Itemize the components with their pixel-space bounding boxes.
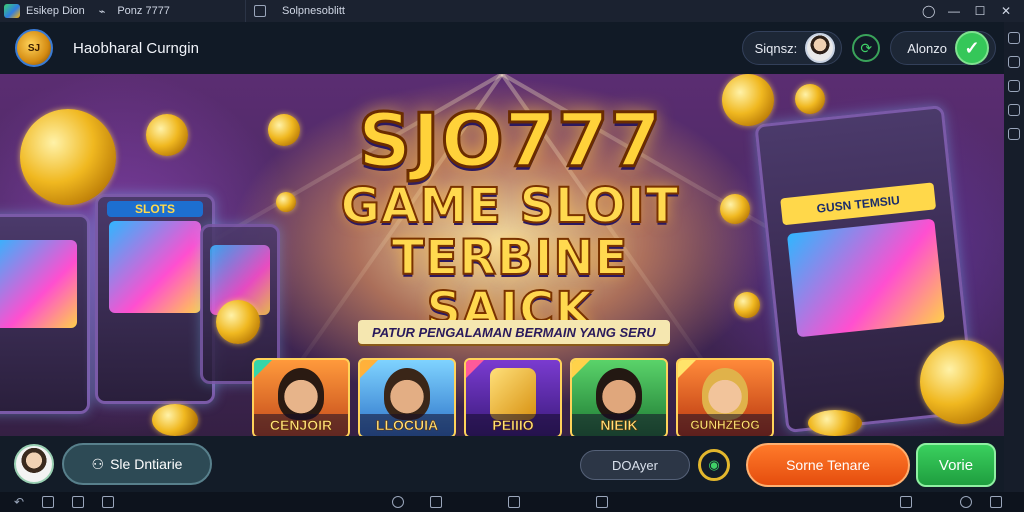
wallet-icon[interactable]: ◉ (698, 449, 730, 481)
game-card[interactable]: NIEIK (570, 358, 668, 436)
coin-icon (808, 410, 862, 436)
promo-banner[interactable]: SLOTS GUSN TEMSIU SJO777 GAME SLOIT TERB… (0, 74, 1004, 436)
game-card[interactable]: CENJOIR (252, 358, 350, 436)
page-title: Haobharal Curngin (73, 39, 199, 57)
tagline: PATUR PENGALAMAN BERMAIN YANG SERU (358, 320, 670, 344)
coin-icon (795, 84, 825, 114)
tab-2[interactable]: Solpnesoblitt (245, 0, 353, 22)
app-logo[interactable]: SJ (15, 29, 53, 67)
card-corner-badge (572, 360, 590, 378)
keyboard-icon[interactable] (392, 496, 404, 508)
account-label: Alonzo (907, 40, 947, 56)
avatar (805, 33, 836, 63)
minimize-icon[interactable]: — (948, 5, 960, 17)
game-card-row: CENJOIR LLOCUIA PEIIIO NIEIK GUNHZEOG (252, 358, 774, 436)
character-portrait (384, 368, 430, 420)
fullscreen-icon[interactable] (990, 496, 1002, 508)
slot-screen (109, 221, 201, 314)
primary-action-button[interactable]: Sorne Tenare (746, 443, 910, 487)
card-corner-badge (678, 360, 696, 378)
gear-icon[interactable] (960, 496, 972, 508)
slot-screen (787, 218, 945, 338)
tab-box-icon (254, 5, 266, 17)
right-sidebar (1004, 22, 1024, 492)
confirm-check-icon[interactable]: ✓ (955, 31, 989, 65)
home-icon[interactable] (42, 496, 54, 508)
sidebar-rotate-icon[interactable] (1008, 56, 1020, 68)
game-card[interactable]: PEIIIO (464, 358, 562, 436)
refresh-icon[interactable]: ⟳ (852, 34, 881, 62)
coin-icon (146, 114, 188, 156)
volume-icon[interactable] (508, 496, 520, 508)
game-card[interactable]: GUNHZEOG (676, 358, 774, 436)
coin-icon (720, 194, 750, 224)
tab-arrow-icon: ⌁ (98, 5, 106, 18)
system-taskbar: ↶ (0, 492, 1024, 512)
sidebar-screenshot-icon[interactable] (1008, 80, 1020, 92)
sign-in-pill[interactable]: Siqnsz: (741, 31, 843, 65)
slot-machine-left: SLOTS (95, 194, 215, 404)
location-icon[interactable] (430, 496, 442, 508)
card-label: LLOCUIA (360, 414, 454, 436)
bottom-action-bar: ⚇ Sle Dntiarie DOAyer ◉ Sorne Tenare Vor… (0, 436, 1004, 492)
tab-title-1[interactable]: Ponz 7777 (117, 5, 170, 17)
coin-icon (734, 292, 760, 318)
online-button[interactable]: ⚇ Sle Dntiarie (62, 443, 212, 485)
tab-title-2: Solpnesoblitt (282, 5, 345, 17)
headline-line-1: GAME SLOIT (340, 178, 680, 234)
sidebar-file-icon[interactable] (1008, 128, 1020, 140)
app-header: SJ Haobharal Curngin Siqnsz: ⟳ Alonzo ✓ (0, 22, 1004, 74)
coin-icon (920, 340, 1004, 424)
app-window: Esikep Dion ⌁ Ponz 7777 Solpnesoblitt ◯ … (0, 0, 1024, 512)
coin-icon (268, 114, 300, 146)
vote-button[interactable]: Vorie (916, 443, 996, 487)
card-corner-badge (466, 360, 484, 378)
card-corner-badge (254, 360, 272, 378)
coin-icon (152, 404, 198, 436)
coin-icon (276, 192, 296, 212)
files-icon[interactable] (596, 496, 608, 508)
slot-screen (0, 240, 77, 328)
character-portrait (278, 368, 324, 420)
app-name: Esikep Dion (26, 5, 85, 17)
card-label: GUNHZEOG (678, 414, 772, 436)
brand-name: SJO777 (356, 98, 663, 184)
character-portrait (596, 368, 642, 420)
player-field[interactable]: DOAyer (580, 450, 690, 480)
header-actions: Siqnsz: ⟳ Alonzo ✓ (741, 31, 1004, 65)
app-logo-icon (4, 4, 20, 18)
screenshot-icon[interactable] (102, 496, 114, 508)
title-left: Esikep Dion ⌁ Ponz 7777 (0, 4, 245, 18)
game-card[interactable]: LLOCUIA (358, 358, 456, 436)
account-pill[interactable]: Alonzo ✓ (890, 31, 996, 65)
notification-icon[interactable]: ◯ (922, 5, 935, 17)
coin-icon (722, 74, 774, 126)
maximize-icon[interactable]: ☐ (974, 5, 986, 17)
slot-machine-label: GUSN TEMSIU (779, 182, 937, 226)
character-portrait (702, 368, 748, 420)
user-avatar[interactable] (14, 444, 54, 484)
card-corner-badge (360, 360, 378, 378)
coin-icon (216, 300, 260, 344)
sign-label: Siqnsz: (754, 40, 798, 56)
slot-machine-left-far (0, 214, 90, 414)
brand-headline: SJO777 GAME SLOIT TERBINE SAICK (310, 98, 710, 338)
card-label: PEIIIO (466, 414, 560, 436)
coin-icon (20, 109, 116, 205)
window-controls: ◯ — ☐ ✕ (922, 5, 1024, 17)
card-label: CENJOIR (254, 414, 348, 436)
title-bar: Esikep Dion ⌁ Ponz 7777 Solpnesoblitt ◯ … (0, 0, 1024, 22)
logo-text: SJ (27, 42, 41, 54)
person-icon: ⚇ (91, 455, 105, 472)
slot-machine-label: SLOTS (107, 201, 203, 218)
close-icon[interactable]: ✕ (1000, 5, 1012, 17)
settings-icon[interactable] (900, 496, 912, 508)
treasure-icon (490, 368, 536, 420)
recents-icon[interactable] (72, 496, 84, 508)
card-label: NIEIK (572, 414, 666, 436)
sidebar-menu-icon[interactable] (1008, 32, 1020, 44)
back-icon[interactable]: ↶ (14, 496, 26, 508)
online-button-label: Sle Dntiarie (110, 456, 183, 472)
sidebar-refresh-icon[interactable] (1008, 104, 1020, 116)
